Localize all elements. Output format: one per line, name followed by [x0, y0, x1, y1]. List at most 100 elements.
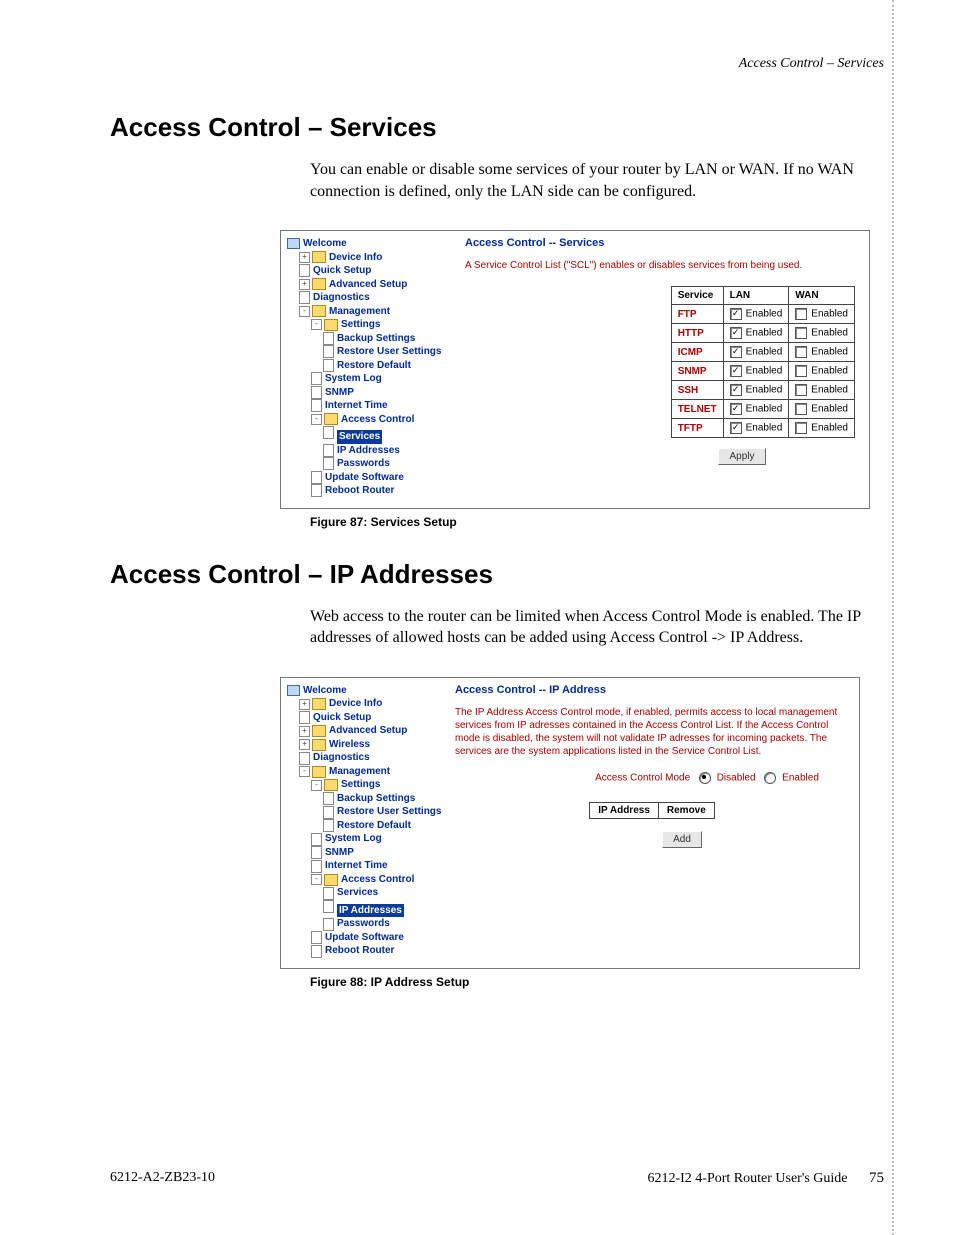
tree-node[interactable]: IP Addresses — [287, 900, 447, 918]
checkbox[interactable]: ✓ — [730, 365, 742, 377]
tree-node[interactable]: Quick Setup — [287, 264, 457, 278]
enabled-label: Enabled — [746, 328, 783, 339]
tree-node[interactable]: SNMP — [287, 846, 447, 860]
tree-node-label: Access Control — [341, 873, 414, 887]
tree-node[interactable]: SNMP — [287, 386, 457, 400]
service-name: HTTP — [671, 324, 723, 343]
tree-node[interactable]: Update Software — [287, 471, 457, 485]
expand-icon[interactable]: + — [299, 279, 310, 290]
checkbox[interactable]: ✓ — [730, 384, 742, 396]
tree-node-label: Update Software — [325, 931, 404, 945]
tree-node-label: System Log — [325, 832, 382, 846]
tree-node[interactable]: Backup Settings — [287, 332, 457, 346]
tree-node[interactable]: Diagnostics — [287, 291, 457, 305]
document-icon — [323, 457, 334, 470]
tree-node[interactable]: -Settings — [287, 778, 447, 792]
tree-node[interactable]: +Advanced Setup — [287, 278, 457, 292]
tree-node[interactable]: Welcome — [287, 684, 447, 698]
tree-node[interactable]: Restore Default — [287, 359, 457, 373]
tree-node[interactable]: Internet Time — [287, 399, 457, 413]
tree-node[interactable]: Internet Time — [287, 859, 447, 873]
tree-node[interactable]: +Wireless — [287, 738, 447, 752]
tree-node[interactable]: System Log — [287, 832, 447, 846]
expand-icon[interactable]: + — [299, 726, 310, 737]
checkbox[interactable] — [795, 327, 807, 339]
checkbox[interactable] — [795, 422, 807, 434]
tree-node[interactable]: Quick Setup — [287, 711, 447, 725]
tree-node[interactable]: Backup Settings — [287, 792, 447, 806]
ip-address-table: IP AddressRemove — [589, 802, 715, 819]
tree-node[interactable]: -Management — [287, 765, 447, 779]
tree-node[interactable]: IP Addresses — [287, 444, 457, 458]
checkbox[interactable]: ✓ — [730, 308, 742, 320]
expand-icon[interactable]: - — [311, 780, 322, 791]
expand-icon[interactable]: - — [311, 414, 322, 425]
document-icon — [323, 819, 334, 832]
tree-node[interactable]: Services — [287, 426, 457, 444]
checkbox[interactable] — [795, 384, 807, 396]
tree-node[interactable]: +Advanced Setup — [287, 724, 447, 738]
expand-icon[interactable]: + — [299, 699, 310, 710]
service-name: TFTP — [671, 419, 723, 438]
tree-node-label: Reboot Router — [325, 484, 394, 498]
figure-87-screenshot: Welcome+Device InfoQuick Setup+Advanced … — [280, 230, 870, 509]
document-icon — [323, 792, 334, 805]
tree-node[interactable]: - Access Control — [287, 873, 447, 887]
document-icon — [323, 332, 334, 345]
tree-node[interactable]: Restore User Settings — [287, 805, 447, 819]
checkbox[interactable]: ✓ — [730, 422, 742, 434]
enabled-label: Enabled — [746, 347, 783, 358]
apply-button[interactable]: Apply — [718, 448, 765, 465]
tree-node[interactable]: System Log — [287, 372, 457, 386]
expand-icon[interactable]: - — [311, 874, 322, 885]
tree-node[interactable]: Passwords — [287, 457, 457, 471]
tree-node-label: Reboot Router — [325, 944, 394, 958]
tree-node[interactable]: +Device Info — [287, 251, 457, 265]
tree-node-label: IP Addresses — [337, 904, 404, 918]
tree-node[interactable]: Welcome — [287, 237, 457, 251]
mode-disabled-radio[interactable] — [699, 772, 711, 784]
checkbox[interactable] — [795, 346, 807, 358]
expand-icon[interactable]: + — [299, 252, 310, 263]
add-button[interactable]: Add — [662, 831, 702, 848]
checkbox[interactable]: ✓ — [730, 327, 742, 339]
document-icon — [311, 471, 322, 484]
tree-node-label: Diagnostics — [313, 751, 370, 765]
service-name: ICMP — [671, 343, 723, 362]
access-control-mode-row: Access Control Mode Disabled Enabled — [565, 772, 849, 784]
footer-doc-title: 6212-I2 4-Port Router User's Guide — [647, 1171, 847, 1186]
folder-icon — [324, 413, 338, 425]
tree-node[interactable]: Update Software — [287, 931, 447, 945]
tree-node[interactable]: +Device Info — [287, 697, 447, 711]
tree-node[interactable]: Diagnostics — [287, 751, 447, 765]
checkbox[interactable] — [795, 365, 807, 377]
checkbox[interactable] — [795, 403, 807, 415]
tree-node[interactable]: Reboot Router — [287, 484, 457, 498]
expand-icon[interactable]: - — [311, 319, 322, 330]
mode-enabled-radio[interactable] — [764, 772, 776, 784]
document-icon — [311, 945, 322, 958]
checkbox[interactable] — [795, 308, 807, 320]
tree-node[interactable]: Services — [287, 886, 447, 900]
expand-icon[interactable]: - — [299, 306, 310, 317]
enabled-label: Enabled — [746, 423, 783, 434]
tree-node[interactable]: -Settings — [287, 318, 457, 332]
section-heading-services: Access Control – Services — [110, 112, 884, 143]
tree-node[interactable]: -Management — [287, 305, 457, 319]
expand-icon[interactable]: + — [299, 739, 310, 750]
footer-page-number: 75 — [869, 1170, 884, 1186]
tree-node-label: Quick Setup — [313, 264, 371, 278]
tree-node[interactable]: Restore Default — [287, 819, 447, 833]
tree-node[interactable]: Restore User Settings — [287, 345, 457, 359]
service-cell: ✓ Enabled — [723, 343, 789, 362]
tree-node[interactable]: -Access Control — [287, 413, 457, 427]
folder-icon — [312, 305, 326, 317]
checkbox[interactable]: ✓ — [730, 346, 742, 358]
tree-node[interactable]: Passwords — [287, 917, 447, 931]
tree-node-label: Backup Settings — [337, 792, 415, 806]
tree-node[interactable]: Reboot Router — [287, 944, 447, 958]
service-name: FTP — [671, 305, 723, 324]
pc-icon — [287, 685, 300, 696]
checkbox[interactable]: ✓ — [730, 403, 742, 415]
expand-icon[interactable]: - — [299, 766, 310, 777]
